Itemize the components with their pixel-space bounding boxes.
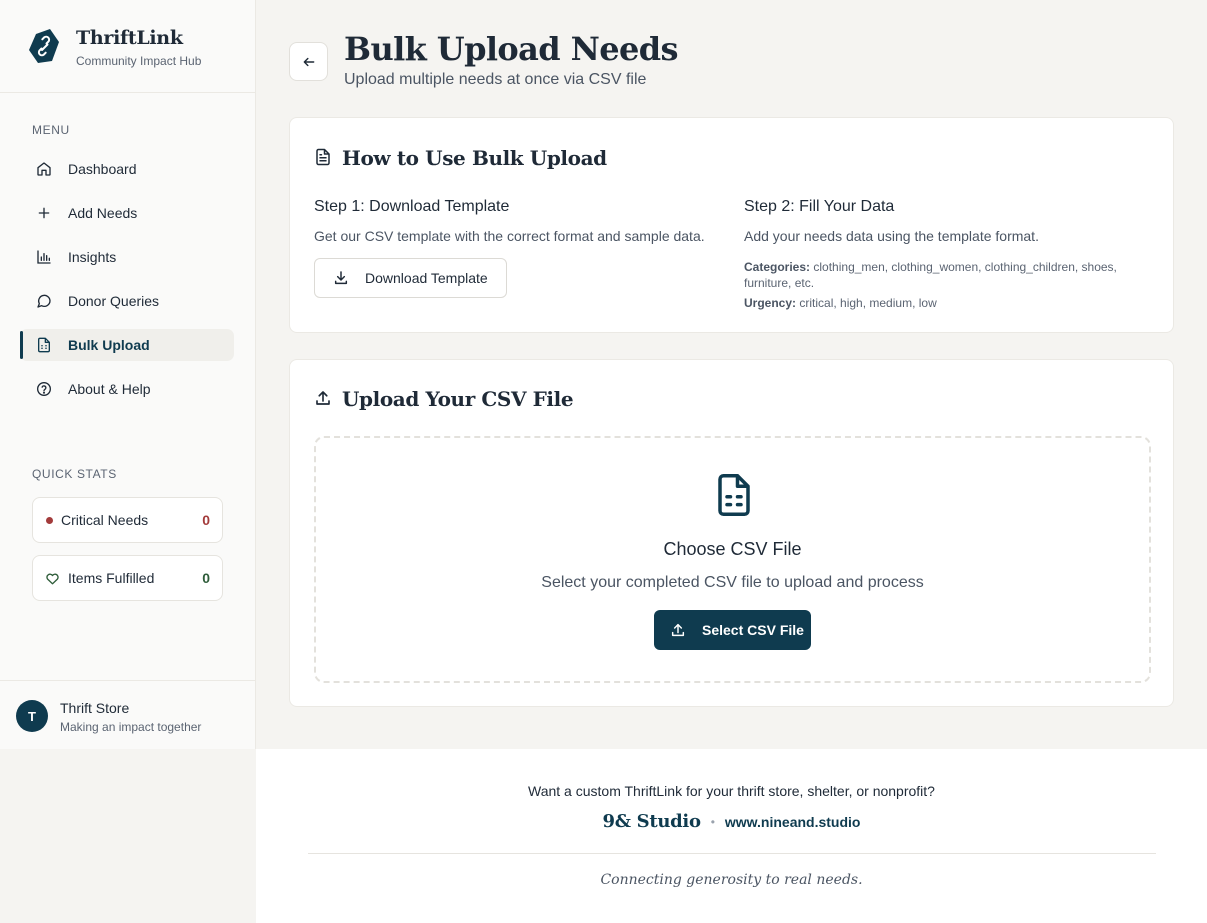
user-name: Thrift Store (60, 700, 130, 716)
back-button[interactable] (289, 42, 328, 81)
sidebar-item-add-needs[interactable]: Add Needs (20, 197, 234, 229)
sidebar-item-label: About & Help (68, 381, 151, 397)
footer: Want a custom ThriftLink for your thrift… (256, 749, 1207, 923)
message-circle-icon (36, 293, 52, 309)
stat-label: Items Fulfilled (68, 570, 155, 586)
plus-icon (36, 205, 52, 221)
urgency-note: Urgency: critical, high, medium, low (744, 295, 937, 311)
how-to-card: How to Use Bulk Upload Step 1: Download … (289, 117, 1174, 333)
categories-note: Categories: clothing_men, clothing_women… (744, 259, 1144, 291)
sidebar-item-label: Bulk Upload (68, 337, 150, 353)
brand-subtitle: Community Impact Hub (76, 54, 202, 68)
how-to-title-text: How to Use Bulk Upload (342, 146, 607, 170)
sidebar-item-dashboard[interactable]: Dashboard (20, 153, 234, 185)
stat-value: 0 (202, 512, 210, 528)
download-template-button[interactable]: Download Template (314, 258, 507, 298)
download-template-label: Download Template (365, 270, 488, 286)
sidebar-item-label: Dashboard (68, 161, 137, 177)
sidebar-item-label: Add Needs (68, 205, 138, 221)
upload-icon (314, 389, 334, 409)
upload-card: Upload Your CSV File Choose CSV File Sel… (289, 359, 1174, 707)
help-circle-icon (36, 381, 52, 397)
brand: ThriftLink Community Impact Hub (0, 0, 255, 93)
studio-link[interactable]: 9& Studio (603, 811, 701, 832)
menu-label: MENU (32, 123, 70, 137)
heart-icon (45, 571, 60, 586)
footer-tagline: Connecting generosity to real needs. (600, 872, 863, 888)
sidebar-item-insights[interactable]: Insights (20, 241, 234, 273)
sidebar-item-label: Insights (68, 249, 117, 265)
page-title: Bulk Upload Needs (344, 30, 679, 68)
file-text-icon (314, 148, 334, 168)
tag-link-logo-icon (29, 29, 59, 63)
urgency-value: critical, high, medium, low (799, 296, 937, 310)
download-icon (333, 270, 349, 286)
critical-dot-icon (46, 516, 53, 524)
brand-name: ThriftLink (76, 27, 183, 49)
how-to-title: How to Use Bulk Upload (314, 146, 607, 170)
file-spreadsheet-icon (36, 337, 52, 353)
step2-title: Step 2: Fill Your Data (744, 198, 895, 215)
categories-label: Categories: (744, 260, 811, 274)
upload-title-text: Upload Your CSV File (342, 387, 574, 411)
step1-text: Get our CSV template with the correct fo… (314, 228, 705, 244)
stat-value: 0 (202, 570, 210, 586)
upload-icon (670, 622, 686, 638)
footer-brand: 9& Studio • www.nineand.studio (256, 811, 1207, 832)
csv-dropzone[interactable]: Choose CSV File Select your completed CS… (314, 436, 1151, 683)
arrow-left-icon (302, 55, 316, 69)
step1-title: Step 1: Download Template (314, 198, 510, 215)
choose-csv-title: Choose CSV File (663, 539, 802, 559)
upload-title: Upload Your CSV File (314, 387, 574, 411)
step2-text: Add your needs data using the template f… (744, 228, 1039, 244)
sidebar: ThriftLink Community Impact Hub MENU Das… (0, 0, 256, 749)
studio-url-link[interactable]: www.nineand.studio (725, 814, 861, 830)
page-subtitle: Upload multiple needs at once via CSV fi… (344, 71, 647, 88)
stat-items-fulfilled: Items Fulfilled 0 (32, 555, 223, 601)
footer-separator: • (710, 814, 715, 829)
quick-stats-label: QUICK STATS (32, 467, 117, 481)
sidebar-item-bulk-upload[interactable]: Bulk Upload (20, 329, 234, 361)
select-csv-button[interactable]: Select CSV File (654, 610, 811, 650)
sidebar-item-about-help[interactable]: About & Help (20, 373, 234, 405)
footer-question: Want a custom ThriftLink for your thrift… (528, 783, 935, 799)
avatar: T (16, 700, 48, 732)
user-subtitle: Making an impact together (60, 720, 202, 734)
select-csv-label: Select CSV File (702, 622, 804, 638)
choose-csv-text: Select your completed CSV file to upload… (541, 574, 924, 591)
urgency-label: Urgency: (744, 296, 797, 310)
sidebar-item-donor-queries[interactable]: Donor Queries (20, 285, 234, 317)
home-icon (36, 161, 52, 177)
stat-critical-needs: Critical Needs 0 (32, 497, 223, 543)
file-spreadsheet-icon (713, 472, 755, 518)
footer-divider (308, 853, 1156, 854)
stat-label: Critical Needs (61, 512, 149, 528)
bar-chart-icon (36, 249, 52, 265)
sidebar-item-label: Donor Queries (68, 293, 160, 309)
user-profile[interactable]: T Thrift Store Making an impact together (0, 680, 256, 749)
